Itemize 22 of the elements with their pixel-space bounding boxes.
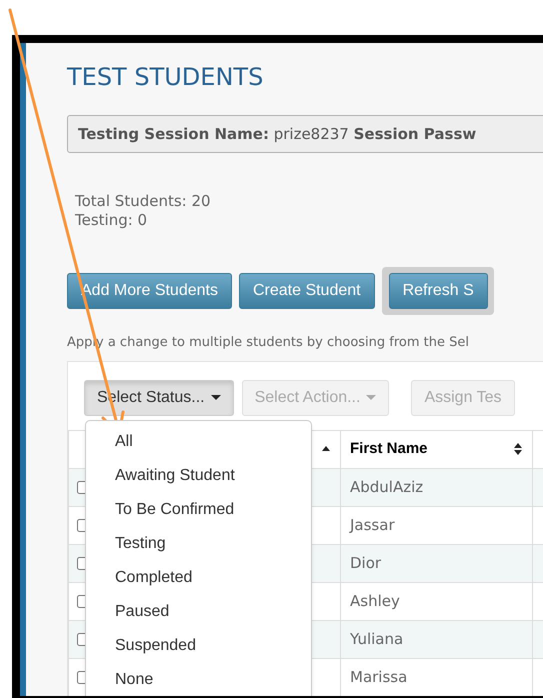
menu-item[interactable]: Awaiting Student [86, 458, 311, 492]
caret-icon [366, 395, 376, 400]
menu-item[interactable]: All [86, 424, 311, 458]
table-cell: Jassar [350, 516, 395, 534]
table-cell: AbdulAziz [350, 478, 424, 496]
sort-icon[interactable] [513, 443, 523, 455]
menu-item[interactable]: To Be Confirmed [86, 492, 311, 526]
menu-item[interactable]: Testing [86, 526, 311, 560]
menu-item[interactable]: Paused [86, 594, 311, 628]
table-cell: Yuliana [350, 630, 404, 648]
column-header: First Name [350, 438, 428, 459]
page-title: TEST STUDENTS [67, 65, 264, 89]
student-count: Total Students: 20 [75, 192, 211, 211]
student-count: Testing: 0 [75, 211, 148, 230]
session-info-bar: Testing Session Name: prize8237 Session Passw [67, 115, 543, 153]
menu-item[interactable]: Completed [86, 560, 311, 594]
menu-item[interactable]: None [86, 662, 311, 696]
table-cell: Ashley [350, 592, 400, 610]
table-cell: Dior [350, 554, 382, 572]
menu-item[interactable]: Suspended [86, 628, 311, 662]
caret-icon [210, 395, 221, 400]
table-cell: Marissa [350, 668, 408, 686]
